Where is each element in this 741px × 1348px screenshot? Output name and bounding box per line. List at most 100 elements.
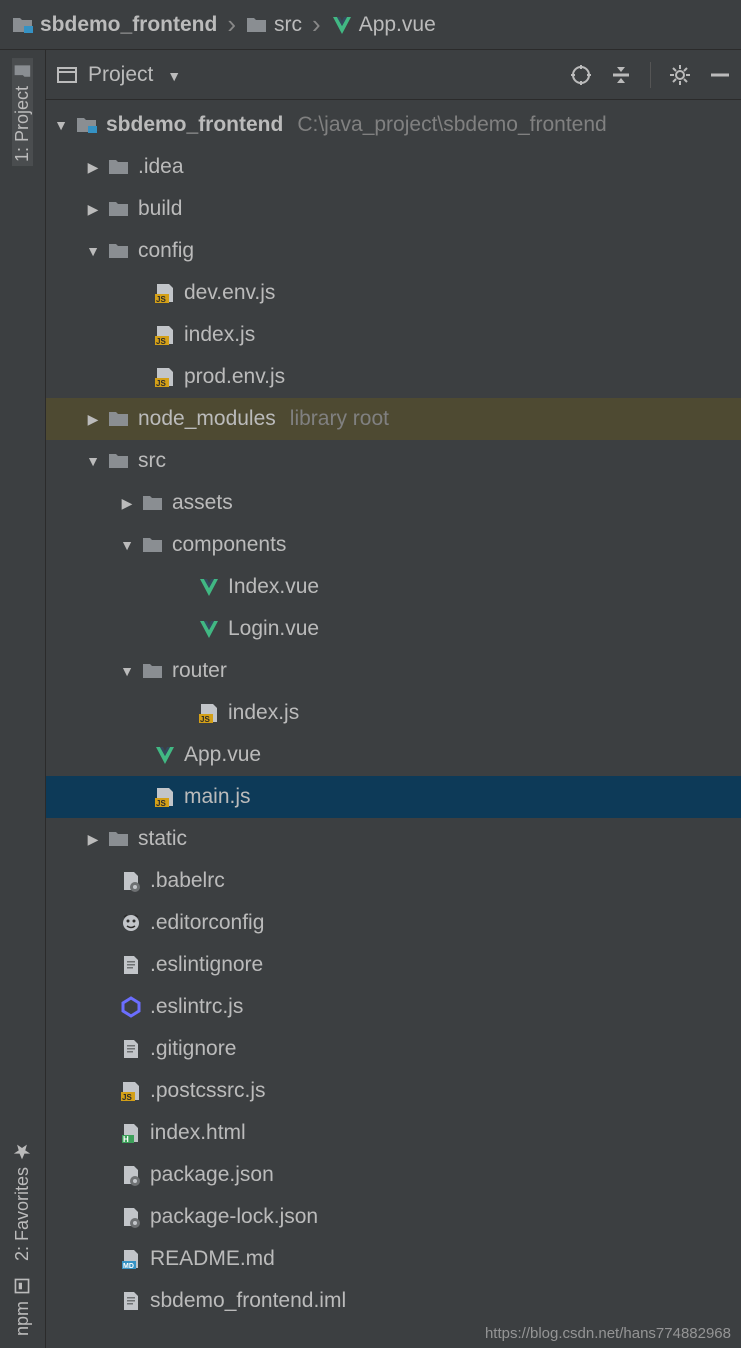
expand-icon[interactable]: ▶ bbox=[86, 159, 100, 176]
tree-label: README.md bbox=[150, 1247, 275, 1271]
locate-button[interactable] bbox=[570, 64, 592, 86]
tree-folder-node-modules[interactable]: ▶ node_modules library root bbox=[46, 398, 741, 440]
breadcrumb-file-label: App.vue bbox=[359, 13, 436, 37]
chevron-right-icon: › bbox=[308, 9, 325, 40]
chevron-down-icon: ▼ bbox=[167, 68, 181, 84]
tree-label: sbdemo_frontend bbox=[106, 113, 283, 137]
js-icon bbox=[198, 702, 220, 724]
tree-folder-router[interactable]: ▼ router bbox=[46, 650, 741, 692]
tree-file-main-js[interactable]: main.js bbox=[46, 776, 741, 818]
tree-label: sbdemo_frontend.iml bbox=[150, 1289, 346, 1313]
project-tool-window: Project ▼ ▼ sbdemo_frontend C:\java_proj… bbox=[46, 50, 741, 1348]
collapse-all-button[interactable] bbox=[610, 64, 632, 86]
tree-label: package.json bbox=[150, 1163, 274, 1187]
js-icon bbox=[154, 282, 176, 304]
tree-folder-components[interactable]: ▼ components bbox=[46, 524, 741, 566]
tree-file-postcssrc[interactable]: .postcssrc.js bbox=[46, 1070, 741, 1112]
tree-file-index-vue[interactable]: Index.vue bbox=[46, 566, 741, 608]
expand-icon[interactable]: ▼ bbox=[54, 117, 68, 133]
tree-folder-config[interactable]: ▼ config bbox=[46, 230, 741, 272]
tree-label: Index.vue bbox=[228, 575, 319, 599]
tree-file-readme[interactable]: README.md bbox=[46, 1238, 741, 1280]
tree-file-babelrc[interactable]: .babelrc bbox=[46, 860, 741, 902]
tree-label: index.html bbox=[150, 1121, 246, 1145]
tree-file-router-index[interactable]: index.js bbox=[46, 692, 741, 734]
tree-label: router bbox=[172, 659, 227, 683]
tree-label: index.js bbox=[184, 323, 255, 347]
tree-file-eslintrc[interactable]: .eslintrc.js bbox=[46, 986, 741, 1028]
folder-icon bbox=[246, 14, 268, 36]
folder-icon bbox=[108, 198, 130, 220]
tree-file-prod-env[interactable]: prod.env.js bbox=[46, 356, 741, 398]
config-file-icon bbox=[120, 870, 142, 892]
settings-button[interactable] bbox=[669, 64, 691, 86]
tree-file-editorconfig[interactable]: .editorconfig bbox=[46, 902, 741, 944]
eslint-icon bbox=[120, 996, 142, 1018]
folder-icon bbox=[108, 240, 130, 262]
tree-file-iml[interactable]: sbdemo_frontend.iml bbox=[46, 1280, 741, 1322]
toolwindow-npm-label: npm bbox=[12, 1301, 33, 1336]
expand-icon[interactable]: ▶ bbox=[86, 831, 100, 848]
vue-icon bbox=[331, 14, 353, 36]
tree-file-dev-env[interactable]: dev.env.js bbox=[46, 272, 741, 314]
tree-label: prod.env.js bbox=[184, 365, 285, 389]
project-tree[interactable]: ▼ sbdemo_frontend C:\java_project\sbdemo… bbox=[46, 100, 741, 1322]
js-icon bbox=[154, 786, 176, 808]
tree-hint: library root bbox=[290, 407, 389, 431]
tree-label: main.js bbox=[184, 785, 251, 809]
breadcrumb-project[interactable]: sbdemo_frontend bbox=[12, 13, 217, 37]
tree-file-gitignore[interactable]: .gitignore bbox=[46, 1028, 741, 1070]
js-icon bbox=[154, 324, 176, 346]
expand-icon[interactable]: ▶ bbox=[86, 411, 100, 428]
project-view-selector[interactable]: Project ▼ bbox=[88, 63, 181, 87]
tree-path: C:\java_project\sbdemo_frontend bbox=[297, 113, 606, 137]
tree-label: .eslintrc.js bbox=[150, 995, 243, 1019]
tree-label: config bbox=[138, 239, 194, 263]
expand-icon[interactable]: ▼ bbox=[86, 243, 100, 259]
markdown-icon bbox=[120, 1248, 142, 1270]
tree-folder-assets[interactable]: ▶ assets bbox=[46, 482, 741, 524]
tree-file-index-html[interactable]: index.html bbox=[46, 1112, 741, 1154]
expand-icon[interactable]: ▶ bbox=[86, 201, 100, 218]
tree-folder-idea[interactable]: ▶ .idea bbox=[46, 146, 741, 188]
toolwindow-favorites-tab[interactable]: 2: Favorites bbox=[12, 1139, 33, 1265]
toolwindow-project-tab[interactable]: 1: Project bbox=[12, 58, 33, 166]
tree-file-index-js[interactable]: index.js bbox=[46, 314, 741, 356]
config-file-icon bbox=[120, 1164, 142, 1186]
toolwindow-project-label: 1: Project bbox=[12, 86, 33, 162]
tree-folder-static[interactable]: ▶ static bbox=[46, 818, 741, 860]
expand-icon[interactable]: ▶ bbox=[120, 495, 134, 512]
tree-file-app-vue[interactable]: App.vue bbox=[46, 734, 741, 776]
tree-file-login-vue[interactable]: Login.vue bbox=[46, 608, 741, 650]
vue-icon bbox=[198, 618, 220, 640]
hide-button[interactable] bbox=[709, 64, 731, 86]
divider bbox=[650, 62, 651, 88]
tree-folder-src[interactable]: ▼ src bbox=[46, 440, 741, 482]
expand-icon[interactable]: ▼ bbox=[86, 453, 100, 469]
js-icon bbox=[154, 366, 176, 388]
tree-label: static bbox=[138, 827, 187, 851]
tree-root[interactable]: ▼ sbdemo_frontend C:\java_project\sbdemo… bbox=[46, 104, 741, 146]
breadcrumb-file[interactable]: App.vue bbox=[331, 13, 436, 37]
toolwindow-favorites-label: 2: Favorites bbox=[12, 1167, 33, 1261]
tree-file-package-json[interactable]: package.json bbox=[46, 1154, 741, 1196]
tree-label: .postcssrc.js bbox=[150, 1079, 266, 1103]
tree-label: .idea bbox=[138, 155, 184, 179]
tree-folder-build[interactable]: ▶ build bbox=[46, 188, 741, 230]
tree-file-package-lock[interactable]: package-lock.json bbox=[46, 1196, 741, 1238]
tree-file-eslintignore[interactable]: .eslintignore bbox=[46, 944, 741, 986]
folder-icon bbox=[142, 492, 164, 514]
expand-icon[interactable]: ▼ bbox=[120, 663, 134, 679]
tree-label: build bbox=[138, 197, 182, 221]
folder-icon bbox=[108, 828, 130, 850]
tree-label: package-lock.json bbox=[150, 1205, 318, 1229]
expand-icon[interactable]: ▼ bbox=[120, 537, 134, 553]
text-file-icon bbox=[120, 1038, 142, 1060]
project-toolbar: Project ▼ bbox=[46, 50, 741, 100]
vue-icon bbox=[154, 744, 176, 766]
toolwindow-npm-tab[interactable]: npm bbox=[12, 1273, 33, 1340]
breadcrumb-folder[interactable]: src bbox=[246, 13, 302, 37]
npm-icon bbox=[14, 1277, 32, 1295]
config-file-icon bbox=[120, 1206, 142, 1228]
window-icon bbox=[56, 64, 78, 86]
